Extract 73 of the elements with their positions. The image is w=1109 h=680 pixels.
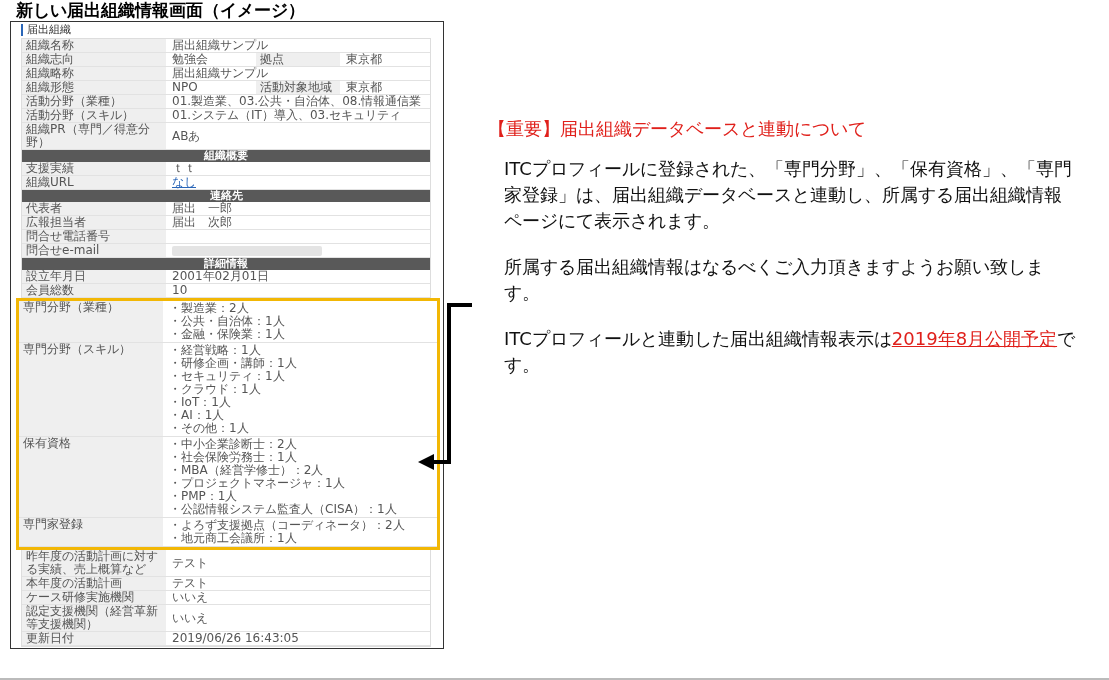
field-value: 届出 次郎 [172,216,232,229]
field-label: 更新日付 [22,632,166,645]
field-label: 支援実績 [22,162,166,175]
notice-paragraph: ITCプロフィールと連動した届出組織情報表示は2019年8月公開予定です。 [504,327,1077,377]
field-label: 代表者 [22,202,166,215]
section-header: 連絡先 [22,190,430,202]
field-label: 問合せe-mail [22,244,166,257]
field-value: いいえ [172,591,208,604]
list-item: ・よろず支援拠点（コーディネータ）：2人 [169,519,405,532]
field-value: ABあ [172,129,201,143]
field-label: 設立年月日 [22,270,166,283]
list-item: ・公認情報システム監査人（CISA）：1人 [169,503,397,516]
field-value: いいえ [172,611,208,625]
list-item: ・公共・自治体：1人 [169,315,285,328]
field-value: 勉強会 [172,53,208,66]
list-item: ・社会保険労務士：1人 [169,451,297,464]
field-label: 活動分野（スキル） [22,109,166,122]
field-label: 活動対象地域 [256,81,340,94]
field-label: 組織志向 [22,53,166,66]
field-value: 01.製造業、03.公共・自治体、08.情報通信業 [172,95,422,108]
section-label: 届出組織 [21,24,431,36]
list-item: ・金融・保険業：1人 [169,328,285,341]
field-value: 届出組織サンプル [172,39,268,52]
field-label: 専門家登録 [19,518,163,546]
notice-paragraph: 所属する届出組織情報はなるべくご入力頂きますようお願い致します。 [504,255,1045,305]
list-item: ・その他：1人 [169,422,249,435]
url-link[interactable]: なし [172,176,196,189]
field-value: 01.システム（IT）導入、03.セキュリティ [172,109,402,122]
field-label: 問合せ電話番号 [22,230,166,243]
field-label: 組織略称 [22,67,166,80]
field-value: ｔｔ [172,162,196,175]
field-value: テスト [172,556,208,570]
field-value: 10 [172,284,188,297]
field-value: 2019/06/26 16:43:05 [172,632,299,645]
list-item: ・IoT：1人 [169,396,231,409]
field-label: 専門分野（業種） [19,301,163,342]
section-header: 組織概要 [22,150,430,162]
list-item: ・プロジェクトマネージャ：1人 [169,477,345,490]
list-item: ・クラウド：1人 [169,383,261,396]
field-label: 組織名称 [22,39,166,52]
field-label: 広報担当者 [22,216,166,229]
list-item: ・地元商工会議所：1人 [169,532,297,545]
field-label: 活動分野（業種） [22,95,166,108]
field-label: 拠点 [256,53,340,66]
field-value: 届出組織サンプル [172,67,268,80]
field-label: 組織PR（専門／得意分野） [22,123,166,149]
field-label: 認定支援機関（経営革新等支援機関） [22,605,166,631]
list-item: ・PMP：1人 [169,490,238,503]
list-item: ・AI：1人 [169,409,225,422]
notice-paragraph: ITCプロフィールに登録された、「専門分野」、「保有資格」、「専門家登録」は、届出組織データベースと連動し、所属する届出組織情報ページにて表示されます。 [504,157,1073,233]
field-label: ケース研修実施機関 [22,591,166,604]
field-value: 届出 一郎 [172,202,232,215]
field-value: NPO [172,81,198,94]
field-label: 組織形態 [22,81,166,94]
field-label: 本年度の活動計画 [22,577,166,590]
field-label: 保有資格 [19,437,163,517]
field-value: 東京都 [346,81,382,94]
list-item: ・中小企業診断士：2人 [169,438,297,451]
field-value: テスト [172,577,208,590]
list-item: ・経営戦略：1人 [169,344,261,357]
field-label: 会員総数 [22,284,166,297]
field-label: 組織URL [22,176,166,189]
list-item: ・MBA（経営学修士）：2人 [169,464,324,477]
list-item: ・研修企画・講師：1人 [169,357,297,370]
field-value: 2001年02月01日 [172,270,270,283]
list-item: ・セキュリティ：1人 [169,370,285,383]
section-header: 詳細情報 [22,258,430,270]
slide-title: 新しい届出組織情報画面（イメージ） [15,0,306,21]
field-label: 専門分野（スキル） [19,343,163,436]
notice-heading: 【重要】届出組織データベースと連動について [488,117,867,141]
list-item: ・製造業：2人 [169,302,249,315]
field-label: 昨年度の活動計画に対する実績、売上概算など [22,550,166,576]
field-value: 東京都 [346,53,382,66]
